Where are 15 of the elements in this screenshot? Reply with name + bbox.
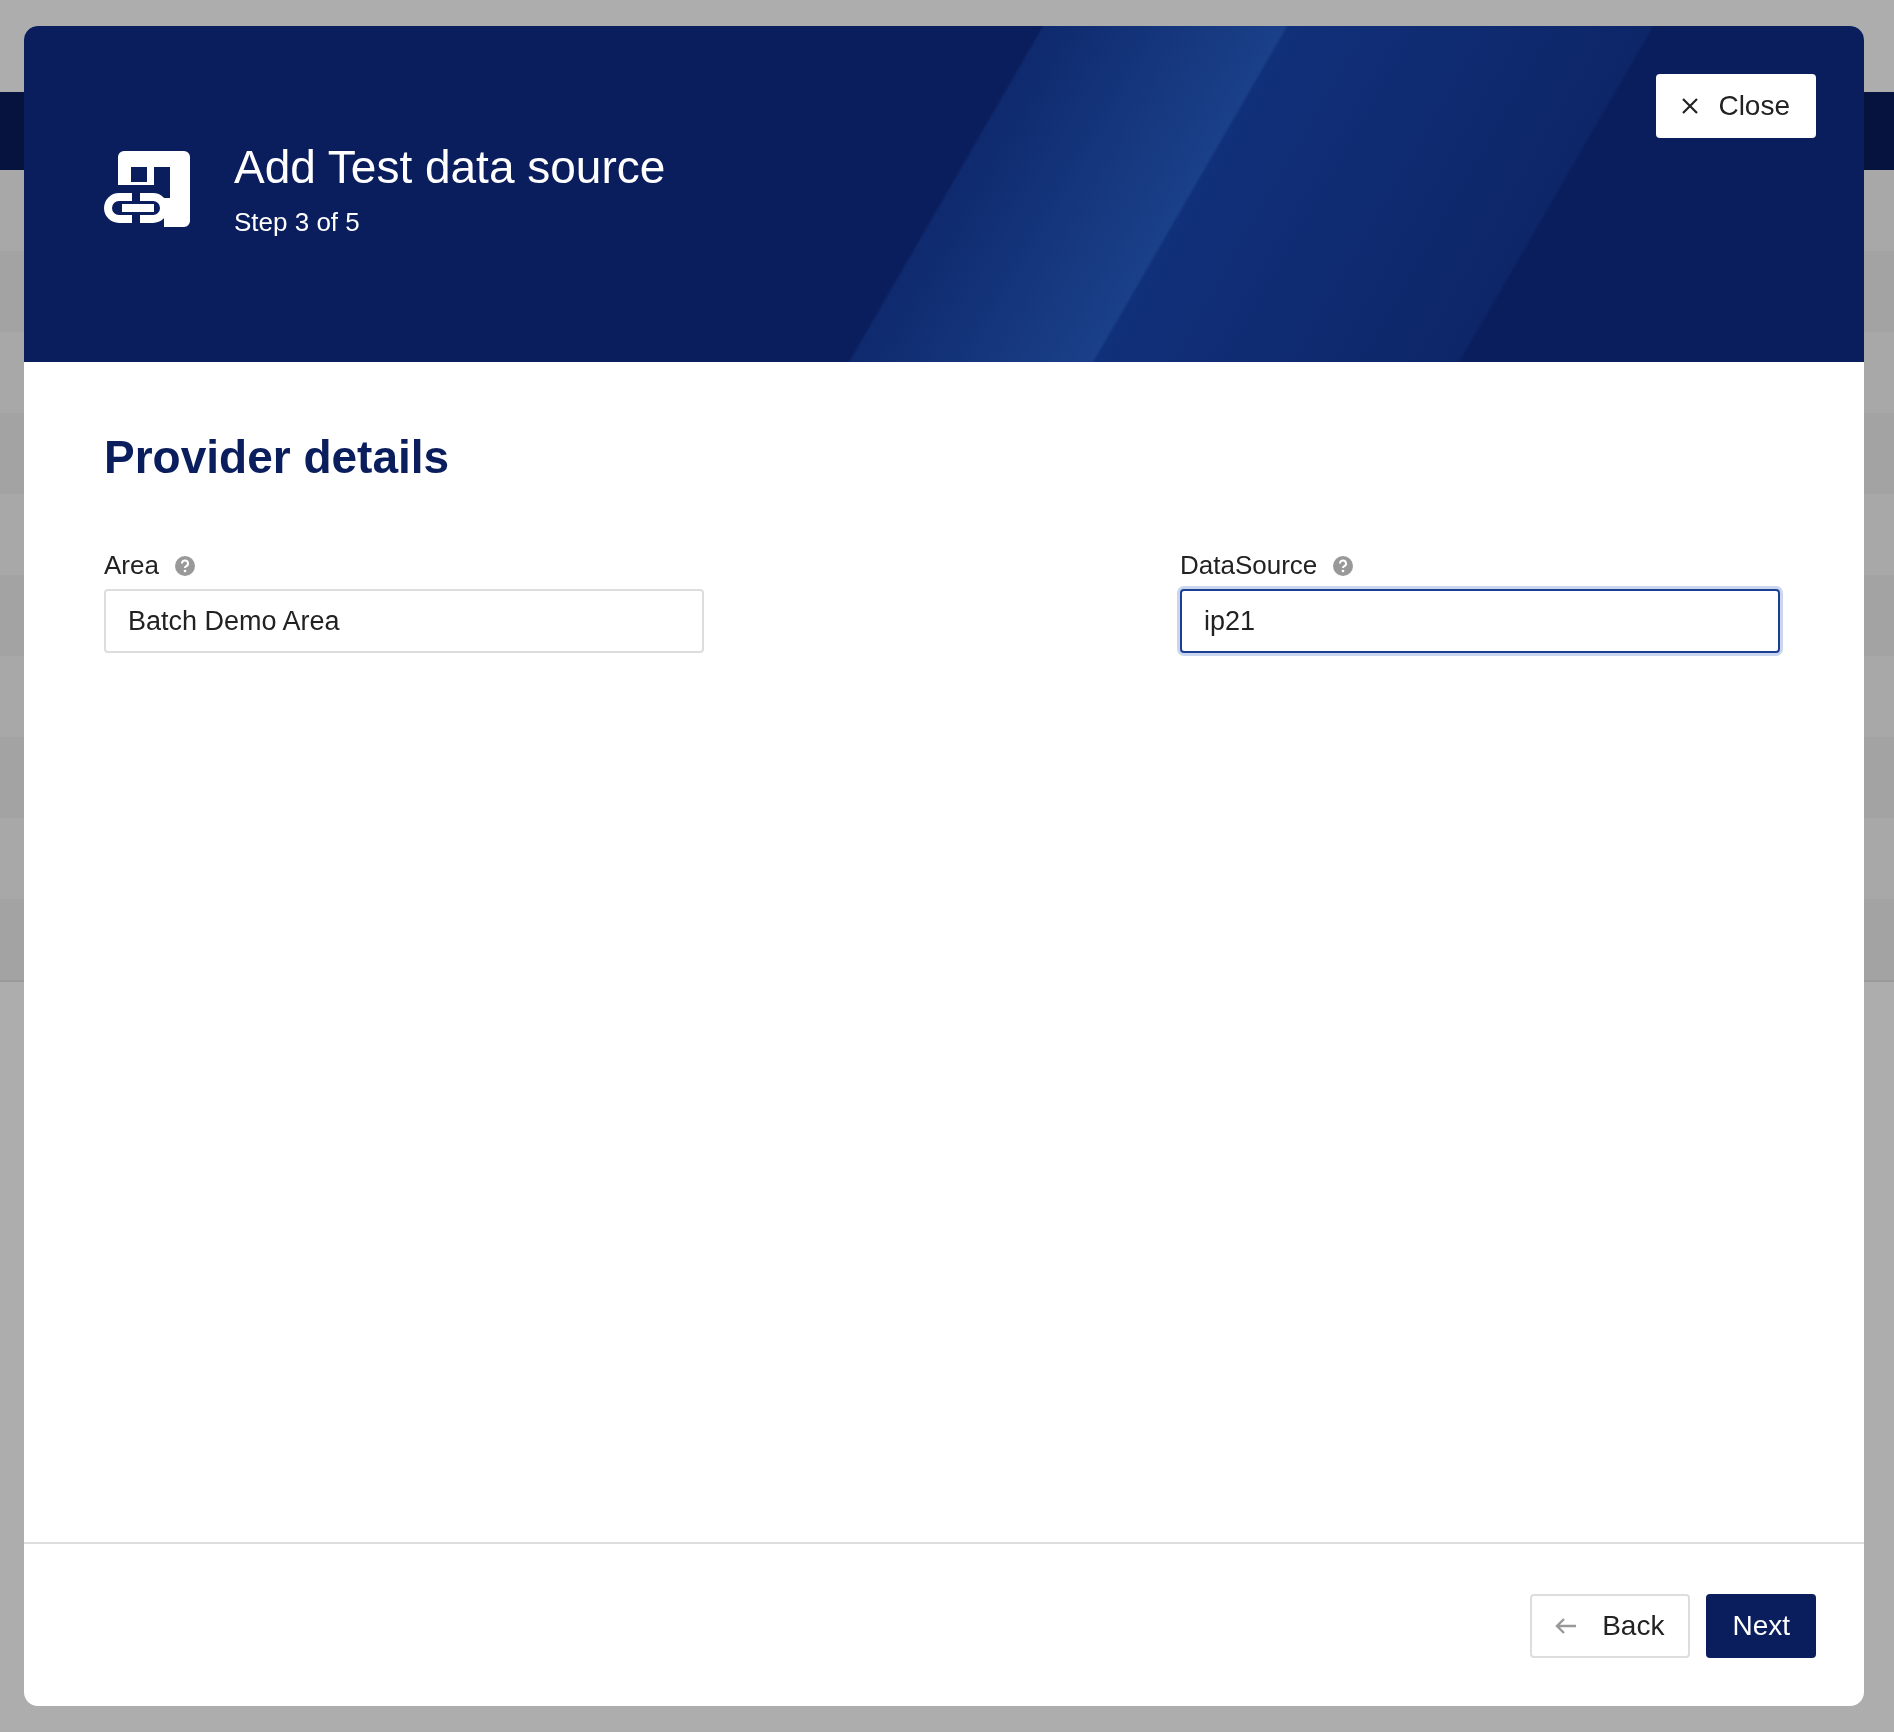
next-button[interactable]: Next xyxy=(1706,1594,1816,1658)
back-button[interactable]: Back xyxy=(1530,1594,1691,1658)
section-heading: Provider details xyxy=(104,430,451,484)
input-field[interactable]: Batch Demo Area xyxy=(104,589,704,653)
close-icon xyxy=(1680,96,1701,116)
input-field[interactable]: ip21 xyxy=(1180,589,1780,653)
close-button[interactable]: Close xyxy=(1656,74,1816,138)
arrow-left-icon xyxy=(1554,1616,1579,1636)
field-label: Area xyxy=(104,550,159,581)
field-label: DataSource xyxy=(1180,550,1318,581)
step-indicator: Step 3 of 5 xyxy=(234,206,361,238)
grid-link-icon xyxy=(104,151,190,227)
help-icon[interactable] xyxy=(1333,555,1354,576)
dialog-title: Add Test data source xyxy=(234,142,666,193)
help-icon[interactable] xyxy=(174,555,195,576)
